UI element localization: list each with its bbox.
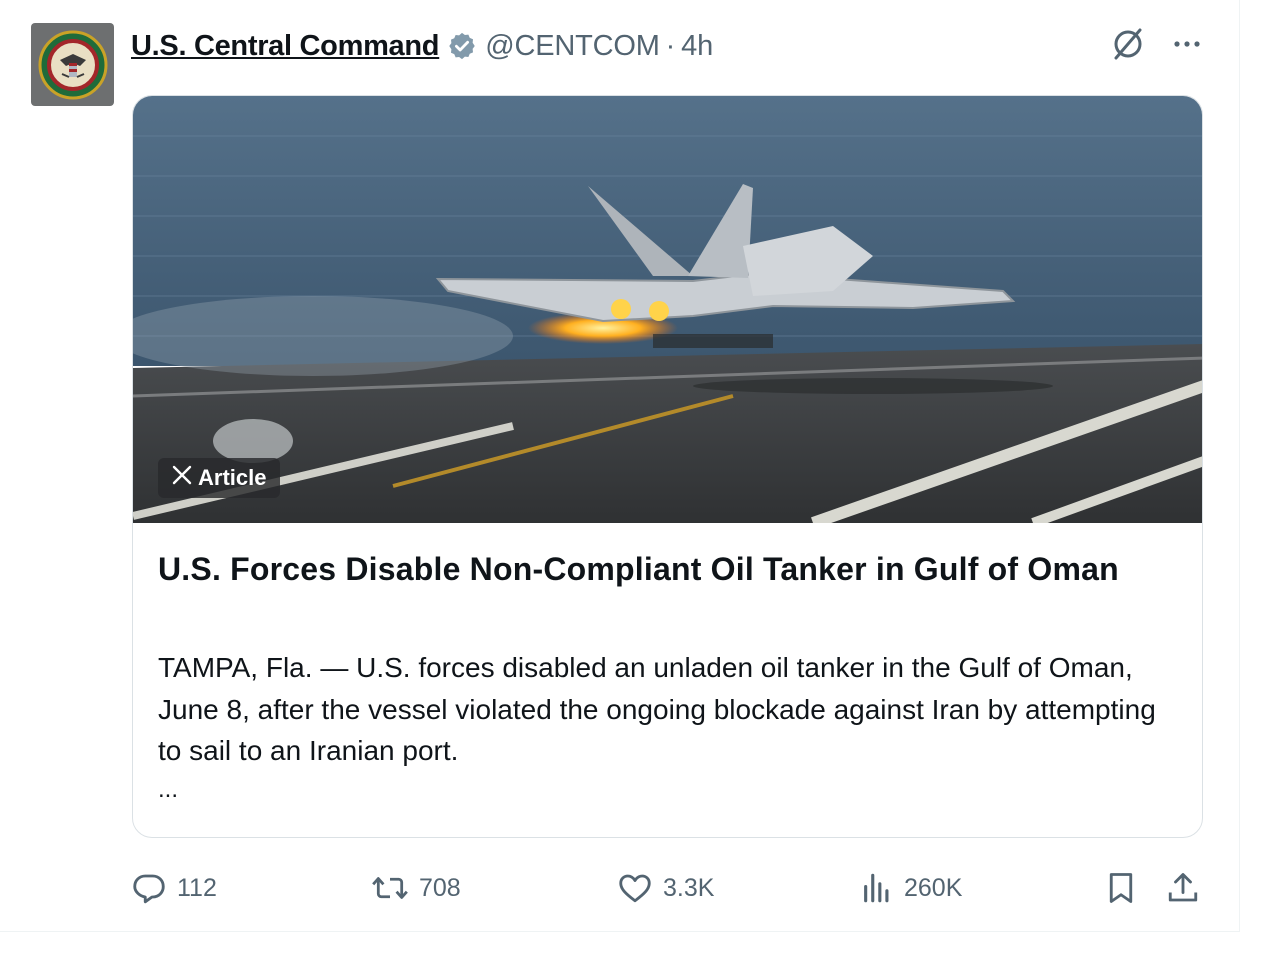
post-header: U.S. Central Command @CENTCOM · 4h [131, 24, 713, 68]
repost-icon [371, 870, 409, 906]
avatar[interactable] [31, 23, 114, 106]
like-button[interactable]: 3.3K [617, 866, 714, 910]
article-badge: Article [158, 458, 281, 498]
verified-badge-icon[interactable] [447, 31, 477, 61]
bookmark-button[interactable] [1103, 866, 1139, 910]
action-bar: 112 708 3.3K 260K [131, 866, 1206, 910]
repost-count: 708 [419, 873, 461, 902]
article-image[interactable]: Article [133, 96, 1202, 523]
reply-button[interactable]: 112 [131, 866, 217, 910]
share-icon [1165, 870, 1201, 906]
views-button[interactable]: 260K [860, 866, 962, 910]
article-badge-label: Article [198, 465, 267, 490]
bookmark-icon [1103, 870, 1139, 906]
article-title[interactable]: U.S. Forces Disable Non-Compliant Oil Ta… [158, 548, 1158, 590]
views-count: 260K [904, 873, 963, 902]
reply-icon [131, 870, 167, 906]
post-time[interactable]: 4h [681, 30, 713, 63]
x-logo-icon [172, 465, 192, 491]
article-body: TAMPA, Fla. — U.S. forces disabled an un… [158, 652, 1156, 766]
more-icon[interactable] [1170, 27, 1204, 66]
post-container[interactable]: U.S. Central Command @CENTCOM · 4h Artic… [0, 0, 1240, 932]
centcom-seal-logo [38, 30, 107, 99]
separator-dot: · [665, 29, 676, 62]
heart-icon [617, 870, 653, 906]
article-card[interactable]: Article U.S. Forces Disable Non-Complian… [132, 95, 1203, 838]
repost-button[interactable]: 708 [371, 866, 461, 910]
like-count: 3.3K [663, 873, 715, 902]
reply-count: 112 [177, 873, 217, 902]
grok-icon[interactable] [1108, 24, 1148, 69]
display-name[interactable]: U.S. Central Command [131, 30, 440, 63]
user-handle[interactable]: @CENTCOM [485, 30, 660, 63]
article-ellipsis: ... [158, 776, 179, 803]
views-icon [860, 870, 894, 906]
post-top-actions [1108, 24, 1204, 68]
share-button[interactable] [1165, 866, 1201, 910]
